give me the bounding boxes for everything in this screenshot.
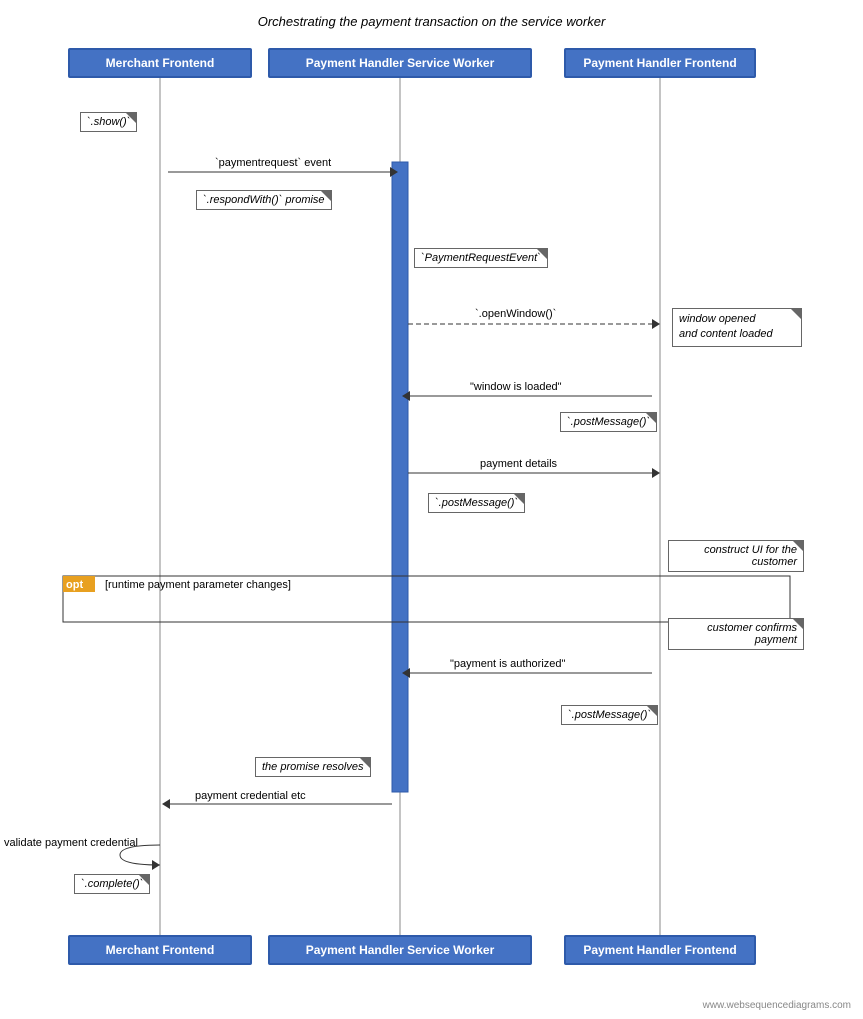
note-postmessage-1: `.postMessage()` xyxy=(560,412,657,432)
arrow-label-payment-details: payment details xyxy=(480,458,557,470)
lifeline-footer-merchant: Merchant Frontend xyxy=(68,935,252,965)
diagram-container: Orchestrating the payment transaction on… xyxy=(0,0,863,1019)
note-respondwith: `.respondWith()` promise xyxy=(196,190,332,210)
lifeline-header-phf: Payment Handler Frontend xyxy=(564,48,756,78)
arrow-label-window-loaded: "window is loaded" xyxy=(470,381,562,393)
note-postmessage-3: `.postMessage()` xyxy=(561,705,658,725)
note-construct-ui: construct UI for the customer xyxy=(668,540,804,572)
text-validate-credential: validate payment credential xyxy=(4,837,138,849)
note-paymentrequestevent: `PaymentRequestEvent` xyxy=(414,248,548,268)
lifeline-footer-phf: Payment Handler Frontend xyxy=(564,935,756,965)
lifeline-footer-sw: Payment Handler Service Worker xyxy=(268,935,532,965)
lifeline-header-sw: Payment Handler Service Worker xyxy=(268,48,532,78)
note-promise-resolves: the promise resolves xyxy=(255,757,371,777)
svg-text:opt: opt xyxy=(66,579,83,591)
note-show: `.show()` xyxy=(80,112,137,132)
arrow-label-paymentrequest: `paymentrequest` event xyxy=(215,157,331,169)
arrow-label-openwindow: `.openWindow()` xyxy=(475,308,556,320)
note-complete: `.complete()` xyxy=(74,874,150,894)
note-window-opened: window openedand content loaded xyxy=(672,308,802,347)
arrow-label-payment-authorized: "payment is authorized" xyxy=(450,658,565,670)
svg-text:[runtime payment parameter cha: [runtime payment parameter changes] xyxy=(105,579,291,591)
note-customer-confirms: customer confirms payment xyxy=(668,618,804,650)
arrow-label-credential: payment credential etc xyxy=(195,790,306,802)
lifeline-header-merchant: Merchant Frontend xyxy=(68,48,252,78)
watermark: www.websequencediagrams.com xyxy=(703,1000,851,1011)
diagram-title: Orchestrating the payment transaction on… xyxy=(0,0,863,39)
note-postmessage-2: `.postMessage()` xyxy=(428,493,525,513)
